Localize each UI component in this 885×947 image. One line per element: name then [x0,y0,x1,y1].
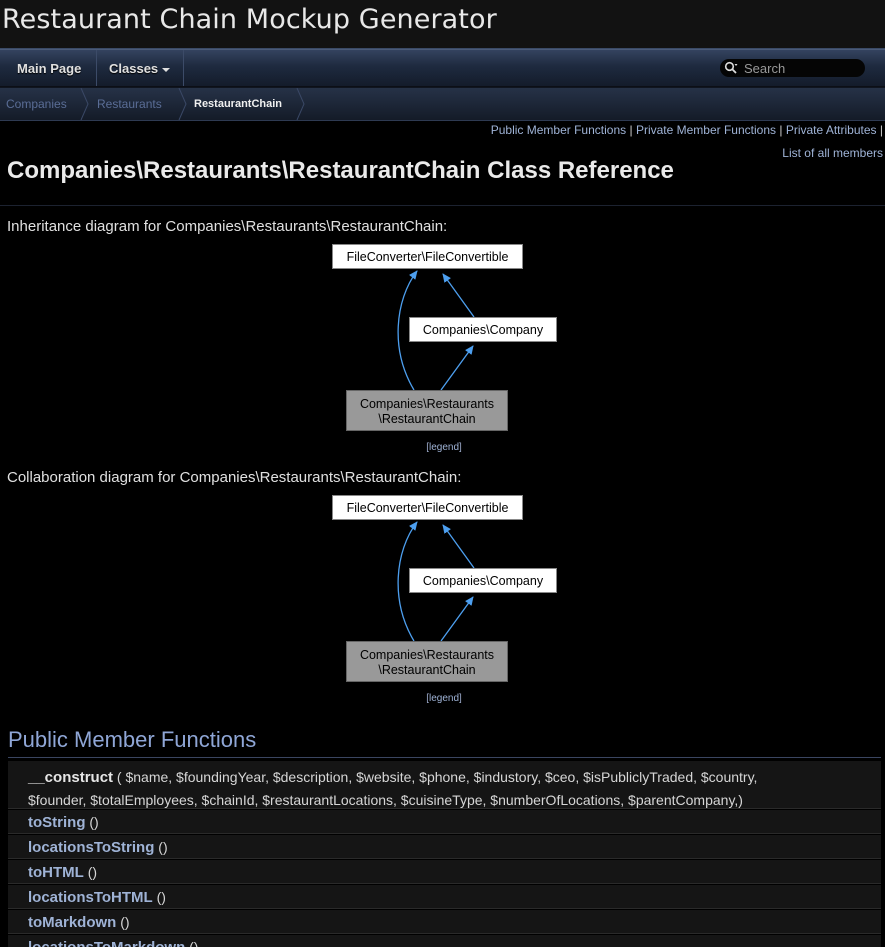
inheritance-legend: [legend] [414,442,474,453]
nav-classes-label: Classes [109,61,159,76]
breadcrumb-item-restaurants[interactable]: Restaurants [97,88,162,120]
member-row: toHTML () [8,860,881,884]
public-member-functions-heading: Public Member Functions [8,727,257,752]
member-function-link-tostring[interactable]: toString [28,814,86,831]
diagram-node-label: \RestaurantChain [378,412,475,426]
breadcrumb-separator-icon [80,88,89,120]
member-function-link-locationstostring[interactable]: locationsToString [28,839,154,856]
breadcrumb: Companies Restaurants RestaurantChain [0,87,885,121]
diagram-node-company[interactable]: Companies\Company [409,568,557,593]
breadcrumb-separator-icon [178,88,187,120]
diagram-edge [442,524,475,569]
nav-main-page[interactable]: Main Page [17,50,81,86]
breadcrumb-item-current: RestaurantChain [194,98,283,110]
chevron-down-icon [162,67,171,72]
member-row: locationsToMarkdown () [8,935,881,947]
summary-separator: | [879,123,883,137]
section-divider [8,757,881,758]
member-params: () [89,814,99,830]
member-row: toString () [8,810,881,834]
diagram-node-label: Companies\Company [423,323,544,337]
inheritance-diagram-caption: Inheritance diagram for Companies\Restau… [7,218,448,235]
breadcrumb-separator-icon [296,88,305,120]
breadcrumb-item-companies[interactable]: Companies [6,88,67,120]
search-icon[interactable] [724,61,738,75]
member-function-link-tomarkdown[interactable]: toMarkdown [28,914,116,931]
diagram-node-label: FileConverter\FileConvertible [347,501,509,515]
summary-separator: | [779,123,783,137]
summary-link-public-functions[interactable]: Public Member Functions [491,123,626,137]
nav-classes-menu[interactable]: Classes [109,50,171,86]
nav-separator [183,50,184,86]
search-box[interactable] [720,59,865,77]
summary-link-private-functions[interactable]: Private Member Functions [636,123,776,137]
diagram-edge [440,596,474,642]
title-area: Restaurant Chain Mockup Generator [0,0,885,49]
member-params: () [158,839,168,855]
member-params: () [87,864,98,880]
summary-link-private-attributes[interactable]: Private Attributes [786,123,877,137]
summary-link-all-members[interactable]: List of all members [782,146,883,160]
member-row: locationsToString () [8,835,881,859]
page-title: Companies\Restaurants\RestaurantChain Cl… [7,157,674,184]
header-divider [0,205,885,206]
legend-bracket: ] [459,442,462,453]
member-row-constructor: __construct ( $name, $foundingYear, $des… [8,761,881,809]
diagram-node-company[interactable]: Companies\Company [409,317,557,342]
member-function-link-construct[interactable]: __construct [28,769,113,786]
member-params: ( $name, $foundingYear, $description, $w… [116,769,758,785]
diagram-node-label: \RestaurantChain [378,663,475,677]
member-params: $founder, $totalEmployees, $chainId, $re… [28,792,743,808]
diagram-edge [440,345,474,391]
diagram-edge [442,273,475,318]
member-params: () [120,914,130,930]
member-row: toMarkdown () [8,910,881,934]
diagram-node-fileconvertible[interactable]: FileConverter\FileConvertible [332,495,523,520]
nav-separator [96,50,97,86]
diagram-node-restaurantchain: Companies\Restaurants \RestaurantChain [346,641,508,682]
legend-bracket: ] [459,693,462,704]
diagram-node-restaurantchain: Companies\Restaurants \RestaurantChain [346,390,508,431]
member-function-link-tohtml[interactable]: toHTML [28,864,84,881]
diagram-node-fileconvertible[interactable]: FileConverter\FileConvertible [332,244,523,269]
diagram-node-label: Companies\Company [423,574,544,588]
diagram-node-label: Companies\Restaurants [360,648,494,662]
collaboration-diagram-caption: Collaboration diagram for Companies\Rest… [7,469,462,486]
member-function-link-locationstohtml[interactable]: locationsToHTML [28,889,153,906]
diagram-node-label: Companies\Restaurants [360,397,494,411]
main-navbar: Main Page Classes [0,49,885,87]
member-params: () [156,889,166,905]
search-input[interactable] [744,59,859,77]
inheritance-legend-link[interactable]: legend [429,442,459,453]
member-function-link-locationstomarkdown[interactable]: locationsToMarkdown [28,939,185,947]
member-params: () [189,939,199,947]
project-name: Restaurant Chain Mockup Generator [2,4,497,35]
collaboration-legend-link[interactable]: legend [429,693,459,704]
summary-separator: | [629,123,633,137]
member-row: locationsToHTML () [8,885,881,909]
collaboration-legend: [legend] [414,693,474,704]
diagram-node-label: FileConverter\FileConvertible [347,250,509,264]
